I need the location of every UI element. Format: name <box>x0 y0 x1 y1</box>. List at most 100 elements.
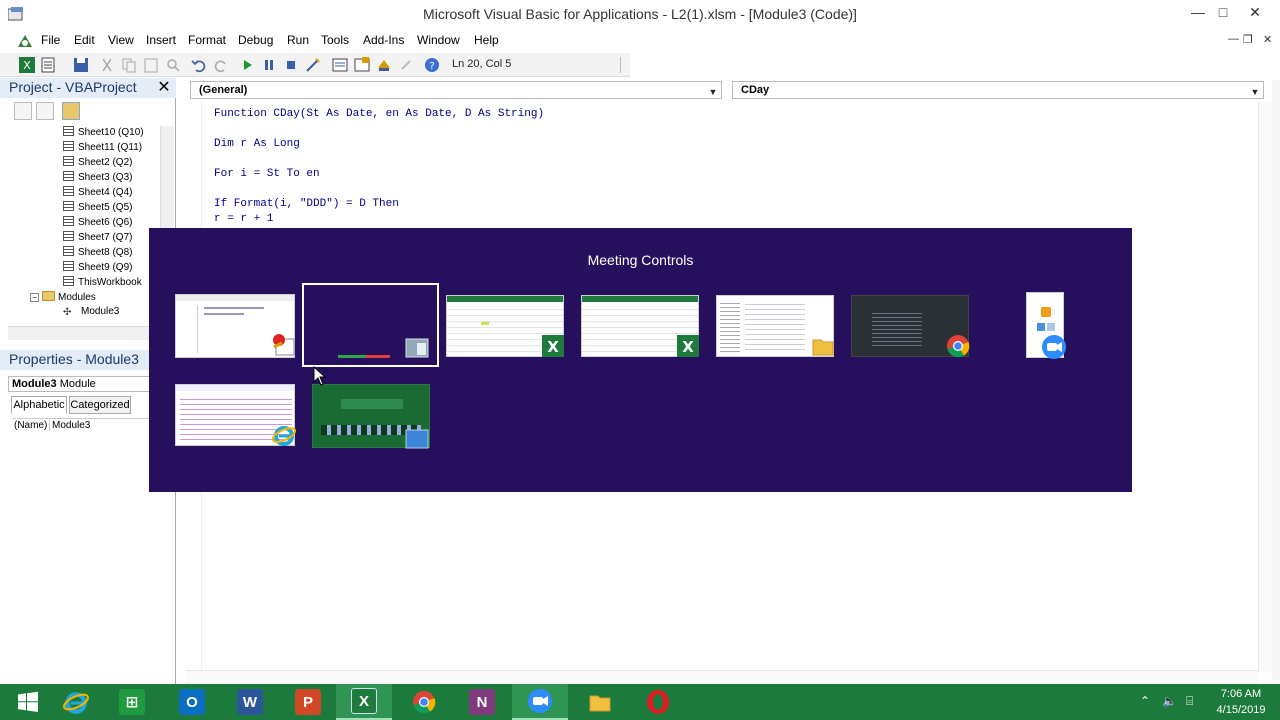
cut-icon[interactable] <box>98 56 116 74</box>
properties-window-icon[interactable] <box>353 56 371 74</box>
close-window-button[interactable]: ✕ <box>1240 0 1270 24</box>
mdi-minimize-button[interactable]: — <box>1228 33 1239 45</box>
code-line[interactable]: r = r + 1 <box>214 213 273 225</box>
taskbar-outlook[interactable]: O <box>164 684 220 720</box>
tree-item-sheet11[interactable]: Sheet11 (Q11) <box>63 141 142 156</box>
menu-add-ins[interactable]: Add-Ins <box>363 33 404 47</box>
opera-icon <box>647 690 669 714</box>
taskbar-internet-explorer[interactable] <box>48 684 104 720</box>
taskbar-opera[interactable] <box>630 684 686 720</box>
menu-edit[interactable]: Edit <box>74 33 95 47</box>
design-mode-icon[interactable] <box>304 56 322 74</box>
view-excel-icon[interactable]: X <box>18 56 36 74</box>
menu-tools[interactable]: Tools <box>321 33 349 47</box>
copy-icon[interactable] <box>120 56 138 74</box>
code-horizontal-scrollbar[interactable] <box>186 670 1258 684</box>
tree-item-sheet6[interactable]: Sheet6 (Q6) <box>63 216 132 231</box>
window-thumbnail-vba[interactable] <box>175 294 295 358</box>
excel-icon: X <box>677 335 699 357</box>
window-thumbnail-zoom[interactable] <box>1026 292 1066 359</box>
tree-item-sheet9[interactable]: Sheet9 (Q9) <box>63 261 132 276</box>
code-line[interactable]: If Format(i, "DDD") = D Then <box>214 198 399 210</box>
help-icon[interactable]: ? <box>423 56 441 74</box>
code-line[interactable]: Dim r As Long <box>214 138 300 150</box>
window-thumbnail-file-explorer[interactable] <box>716 295 834 357</box>
taskbar-chrome[interactable] <box>396 684 452 720</box>
menu-view[interactable]: View <box>108 33 134 47</box>
menu-insert[interactable]: Insert <box>146 33 176 47</box>
window-thumbnail-excel-1[interactable]: X <box>446 295 564 357</box>
network-icon[interactable]: ⌸ <box>1186 694 1193 709</box>
tree-item-sheet10[interactable]: Sheet10 (Q10) <box>63 126 144 141</box>
toolbox-icon[interactable] <box>397 56 415 74</box>
insert-module-icon[interactable] <box>40 56 58 74</box>
break-icon[interactable] <box>260 56 278 74</box>
taskbar-word[interactable]: W <box>222 684 278 720</box>
window-thumbnail-excel-2[interactable]: X <box>581 295 699 357</box>
tree-item-thisworkbook[interactable]: ThisWorkbook <box>63 276 142 291</box>
tab-alphabetic[interactable]: Alphabetic <box>11 396 67 414</box>
tree-item-module3[interactable]: ✣ Module3 <box>63 306 119 321</box>
window-thumbnail-internet-explorer[interactable] <box>175 384 297 446</box>
taskbar-powerpoint[interactable]: P <box>280 684 336 720</box>
tree-item-sheet7[interactable]: Sheet7 (Q7) <box>63 231 132 246</box>
run-icon[interactable] <box>238 56 256 74</box>
tree-item-label: ThisWorkbook <box>78 277 142 288</box>
menu-file[interactable]: File <box>41 33 60 47</box>
window-thumbnail-selected[interactable] <box>302 283 439 367</box>
properties-object-name: Module3 <box>12 378 57 390</box>
mdi-close-button[interactable]: ✕ <box>1263 33 1272 46</box>
object-browser-icon[interactable] <box>375 56 393 74</box>
menu-run[interactable]: Run <box>287 33 309 47</box>
window-thumbnail-chrome[interactable] <box>851 295 970 358</box>
tree-folder-modules[interactable]: − Modules <box>30 291 96 306</box>
tree-item-sheet8[interactable]: Sheet8 (Q8) <box>63 246 132 261</box>
reset-icon[interactable] <box>282 56 300 74</box>
toggle-folders-button[interactable] <box>62 102 80 120</box>
code-line[interactable]: For i = St To en <box>214 168 320 180</box>
taskbar-calculator-app[interactable]: ⊞ <box>104 684 160 720</box>
window-thumbnail-video[interactable] <box>312 384 430 449</box>
menu-help[interactable]: Help <box>474 33 499 47</box>
window-icon <box>405 338 429 358</box>
find-icon[interactable] <box>164 56 182 74</box>
taskbar-file-explorer[interactable] <box>572 684 628 720</box>
tree-item-sheet3[interactable]: Sheet3 (Q3) <box>63 171 132 186</box>
project-explorer-icon[interactable] <box>331 56 349 74</box>
svg-text:X: X <box>23 59 31 72</box>
menu-format[interactable]: Format <box>188 33 226 47</box>
maximize-button[interactable]: □ <box>1208 0 1238 24</box>
clock-date[interactable]: 4/15/2019 <box>1208 704 1274 716</box>
project-close-button[interactable]: ✕ <box>156 80 172 96</box>
mdi-restore-button[interactable]: ❐ <box>1243 33 1253 46</box>
taskbar-onenote[interactable]: N <box>454 684 510 720</box>
taskbar-zoom[interactable] <box>512 684 568 720</box>
view-code-button[interactable] <box>14 102 32 120</box>
tree-item-label: Sheet10 (Q10) <box>78 127 144 138</box>
tree-item-sheet4[interactable]: Sheet4 (Q4) <box>63 186 132 201</box>
tab-categorized[interactable]: Categorized <box>69 396 131 414</box>
procedure-select[interactable]: CDay ▼ <box>732 81 1264 99</box>
menu-debug[interactable]: Debug <box>238 33 273 47</box>
paste-icon[interactable] <box>142 56 160 74</box>
excel-view-icon[interactable] <box>16 33 34 49</box>
tree-item-label: Sheet11 (Q11) <box>78 142 143 153</box>
redo-icon[interactable] <box>212 56 230 74</box>
tree-item-sheet5[interactable]: Sheet5 (Q5) <box>63 201 132 216</box>
save-icon[interactable] <box>72 56 90 74</box>
taskbar-excel[interactable]: X <box>336 684 392 720</box>
tray-overflow-icon[interactable]: ⌃ <box>1140 694 1150 708</box>
tree-item-label: Sheet2 (Q2) <box>78 157 133 168</box>
undo-icon[interactable] <box>190 56 208 74</box>
collapse-icon[interactable]: − <box>30 293 39 302</box>
object-select[interactable]: (General) ▼ <box>190 81 722 99</box>
volume-icon[interactable]: 🔈 <box>1162 694 1177 708</box>
menu-window[interactable]: Window <box>417 33 460 47</box>
toolbar-options-handle[interactable] <box>620 57 628 73</box>
code-line[interactable]: Function CDay(St As Date, en As Date, D … <box>214 108 544 120</box>
outer-scrollbar[interactable] <box>1272 80 1280 680</box>
view-object-button[interactable] <box>36 102 54 120</box>
tree-item-sheet2[interactable]: Sheet2 (Q2) <box>63 156 132 171</box>
clock-time[interactable]: 7:06 AM <box>1208 688 1274 700</box>
project-explorer-title: Project - VBAProject <box>9 79 137 95</box>
